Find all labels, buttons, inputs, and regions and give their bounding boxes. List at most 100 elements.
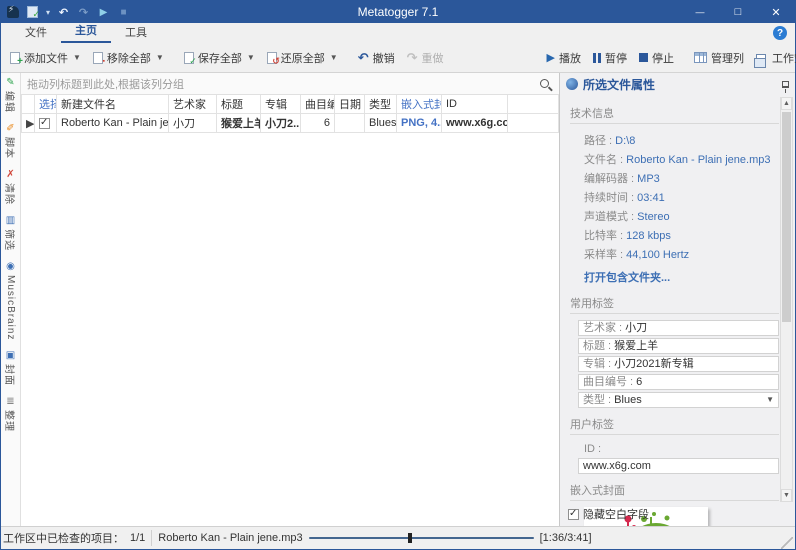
sidebar-item-cover[interactable]: ▣ 封面	[3, 350, 18, 386]
home-toolbar: 添加文件 ▼ 移除全部 ▼ 保存全部 ▼ 还原全部 ▼ ↶ 撤销 ↷ 重做	[1, 43, 796, 73]
pin-icon[interactable]	[782, 80, 789, 93]
save-all-label: 保存全部	[197, 52, 242, 65]
sidebar-item-musicbrainz[interactable]: ◉ MusicBrainz	[5, 261, 16, 340]
play-button[interactable]: ▶ 播放	[542, 47, 586, 69]
properties-header: 所选文件属性	[560, 73, 795, 95]
tab-file[interactable]: 文件	[11, 22, 61, 43]
tab-tools[interactable]: 工具	[111, 22, 161, 43]
sidebar-item-edit[interactable]: ✎ 编辑	[3, 77, 18, 113]
title-field[interactable]: 标题猴爱上羊	[578, 338, 779, 354]
chevron-down-icon[interactable]: ▼	[766, 393, 774, 407]
album-field[interactable]: 专辑小刀2021新专辑	[578, 356, 779, 372]
row-artist[interactable]: 小刀	[168, 113, 217, 133]
column-header-date[interactable]: 日期	[334, 95, 365, 114]
chevron-down-icon[interactable]: ▼	[330, 53, 338, 62]
properties-title: 所选文件属性	[583, 77, 656, 92]
row-album[interactable]: 小刀2...	[260, 113, 301, 133]
genre-dropdown[interactable]: 类型Blues ▼	[578, 392, 779, 408]
column-header-select[interactable]: 选择	[34, 95, 57, 114]
maximize-button[interactable]	[719, 1, 757, 23]
minimize-button[interactable]	[681, 1, 719, 23]
chevron-down-icon[interactable]: ▼	[156, 53, 164, 62]
scrollbar-thumb[interactable]	[782, 112, 791, 322]
quick-undo-icon[interactable]: ↶	[57, 6, 70, 19]
row-title[interactable]: 猴爱上羊	[216, 113, 261, 133]
save-all-button[interactable]: 保存全部 ▼	[179, 47, 260, 69]
sidebar-item-label: 整理	[3, 410, 14, 433]
row-track[interactable]: 6	[300, 113, 335, 133]
file-table: 选择 新建文件名 艺术家 标题 专辑 曲目编号 日期 类型 嵌入式封面 ID ▶…	[21, 95, 559, 133]
row-genre[interactable]: Blues	[364, 113, 397, 133]
column-header-artist[interactable]: 艺术家	[168, 95, 217, 114]
slider-track[interactable]	[308, 537, 534, 539]
cover-icon: ▣	[5, 350, 16, 362]
id-field[interactable]: www.x6g.com	[578, 458, 779, 474]
artist-field[interactable]: 艺术家小刀	[578, 320, 779, 336]
row-select-cell[interactable]	[34, 113, 57, 133]
quick-save-caret-icon[interactable]: ▾	[46, 8, 50, 17]
column-header-genre[interactable]: 类型	[364, 95, 397, 114]
quick-save-all-icon[interactable]	[26, 6, 40, 20]
row-date[interactable]	[334, 113, 365, 133]
metatogger-window: ▾ ↶ ↷ ▶ ■ Metatogger 7.1 文件 主页 工具 ? 添加文件…	[0, 0, 796, 550]
hide-empty-fields-option[interactable]: 隐藏空白字段	[568, 506, 649, 522]
close-button[interactable]	[757, 1, 795, 23]
restore-all-button[interactable]: 还原全部 ▼	[262, 47, 343, 69]
column-header-album[interactable]: 专辑	[260, 95, 301, 114]
open-containing-folder-link[interactable]: 打开包含文件夹...	[570, 263, 779, 287]
sidebar-item-purge[interactable]: ✗ 清除	[3, 169, 18, 205]
sidebar-item-script[interactable]: ✐ 脚本	[3, 123, 18, 159]
playback-slider[interactable]	[308, 532, 534, 544]
workspace-label: 工作空间	[771, 52, 796, 65]
undo-button[interactable]: ↶ 撤销	[353, 47, 400, 69]
stop-button[interactable]: 停止	[634, 47, 679, 69]
quick-access-toolbar: ▾ ↶ ↷ ▶ ■	[1, 4, 130, 20]
chevron-down-icon[interactable]: ▼	[247, 53, 255, 62]
track-number-field[interactable]: 曲目编号6	[578, 374, 779, 390]
help-icon[interactable]: ?	[773, 26, 787, 40]
columns-icon	[693, 52, 707, 63]
row-cover[interactable]: PNG, 4...	[396, 113, 442, 133]
group-by-hint: 拖动列标题到此处,根据该列分组	[27, 78, 185, 91]
column-header-id[interactable]: ID	[441, 95, 508, 114]
redo-icon: ↷	[406, 49, 418, 65]
search-icon[interactable]	[540, 79, 549, 88]
app-logo-icon[interactable]	[7, 4, 19, 18]
tech-row-bitrate: 比特率128 kbps	[570, 225, 779, 244]
chevron-down-icon[interactable]: ▼	[73, 53, 81, 62]
remove-all-button[interactable]: 移除全部 ▼	[88, 47, 169, 69]
manage-columns-button[interactable]: 管理列	[689, 47, 749, 69]
pause-button[interactable]: 暂停	[588, 47, 632, 69]
tab-home[interactable]: 主页	[61, 20, 111, 43]
column-header-cover[interactable]: 嵌入式封面	[396, 95, 442, 114]
empty-list-space[interactable]	[21, 133, 559, 526]
sidebar-item-filter[interactable]: ▥ 筛选	[3, 215, 18, 251]
panel-scrollbar[interactable]: ▲ ▼	[780, 97, 793, 502]
quick-play-icon[interactable]: ▶	[97, 6, 110, 19]
hide-empty-checkbox[interactable]	[568, 508, 579, 520]
scroll-down-icon[interactable]: ▼	[781, 489, 792, 502]
row-filename[interactable]: Roberto Kan - Plain jene.mp3	[56, 113, 169, 133]
sidebar-item-label: 清除	[3, 183, 14, 205]
column-header-track[interactable]: 曲目编号	[300, 95, 335, 114]
embedded-cover-section-title: 嵌入式封面	[570, 482, 779, 501]
sidebar-item-organize[interactable]: ≣ 整理	[3, 396, 18, 432]
slider-thumb[interactable]	[407, 533, 412, 543]
workspace-icon	[753, 53, 766, 68]
resize-grip[interactable]	[781, 537, 793, 549]
remove-all-label: 移除全部	[106, 52, 151, 65]
properties-panel: 所选文件属性 技术信息 路径D:\8 文件名Roberto Kan - Plai…	[560, 73, 795, 526]
row-checkbox[interactable]	[39, 117, 50, 129]
redo-label: 重做	[421, 52, 444, 65]
table-row[interactable]: ▶ Roberto Kan - Plain jene.mp3 小刀 猴爱上羊 小…	[21, 113, 559, 133]
workspace-button[interactable]: 工作空间 ▼	[751, 47, 796, 69]
musicbrainz-globe-icon: ◉	[6, 261, 15, 272]
group-by-bar[interactable]: 拖动列标题到此处,根据该列分组	[21, 73, 559, 95]
add-files-button[interactable]: 添加文件 ▼	[5, 47, 86, 69]
column-header-filename[interactable]: 新建文件名	[56, 95, 169, 114]
column-header-title[interactable]: 标题	[216, 95, 261, 114]
scroll-up-icon[interactable]: ▲	[781, 97, 792, 110]
row-id[interactable]: www.x6g.com	[441, 113, 508, 133]
common-tags-section-title: 常用标签	[570, 295, 779, 314]
tech-row-channel-mode: 声道模式Stereo	[570, 206, 779, 225]
